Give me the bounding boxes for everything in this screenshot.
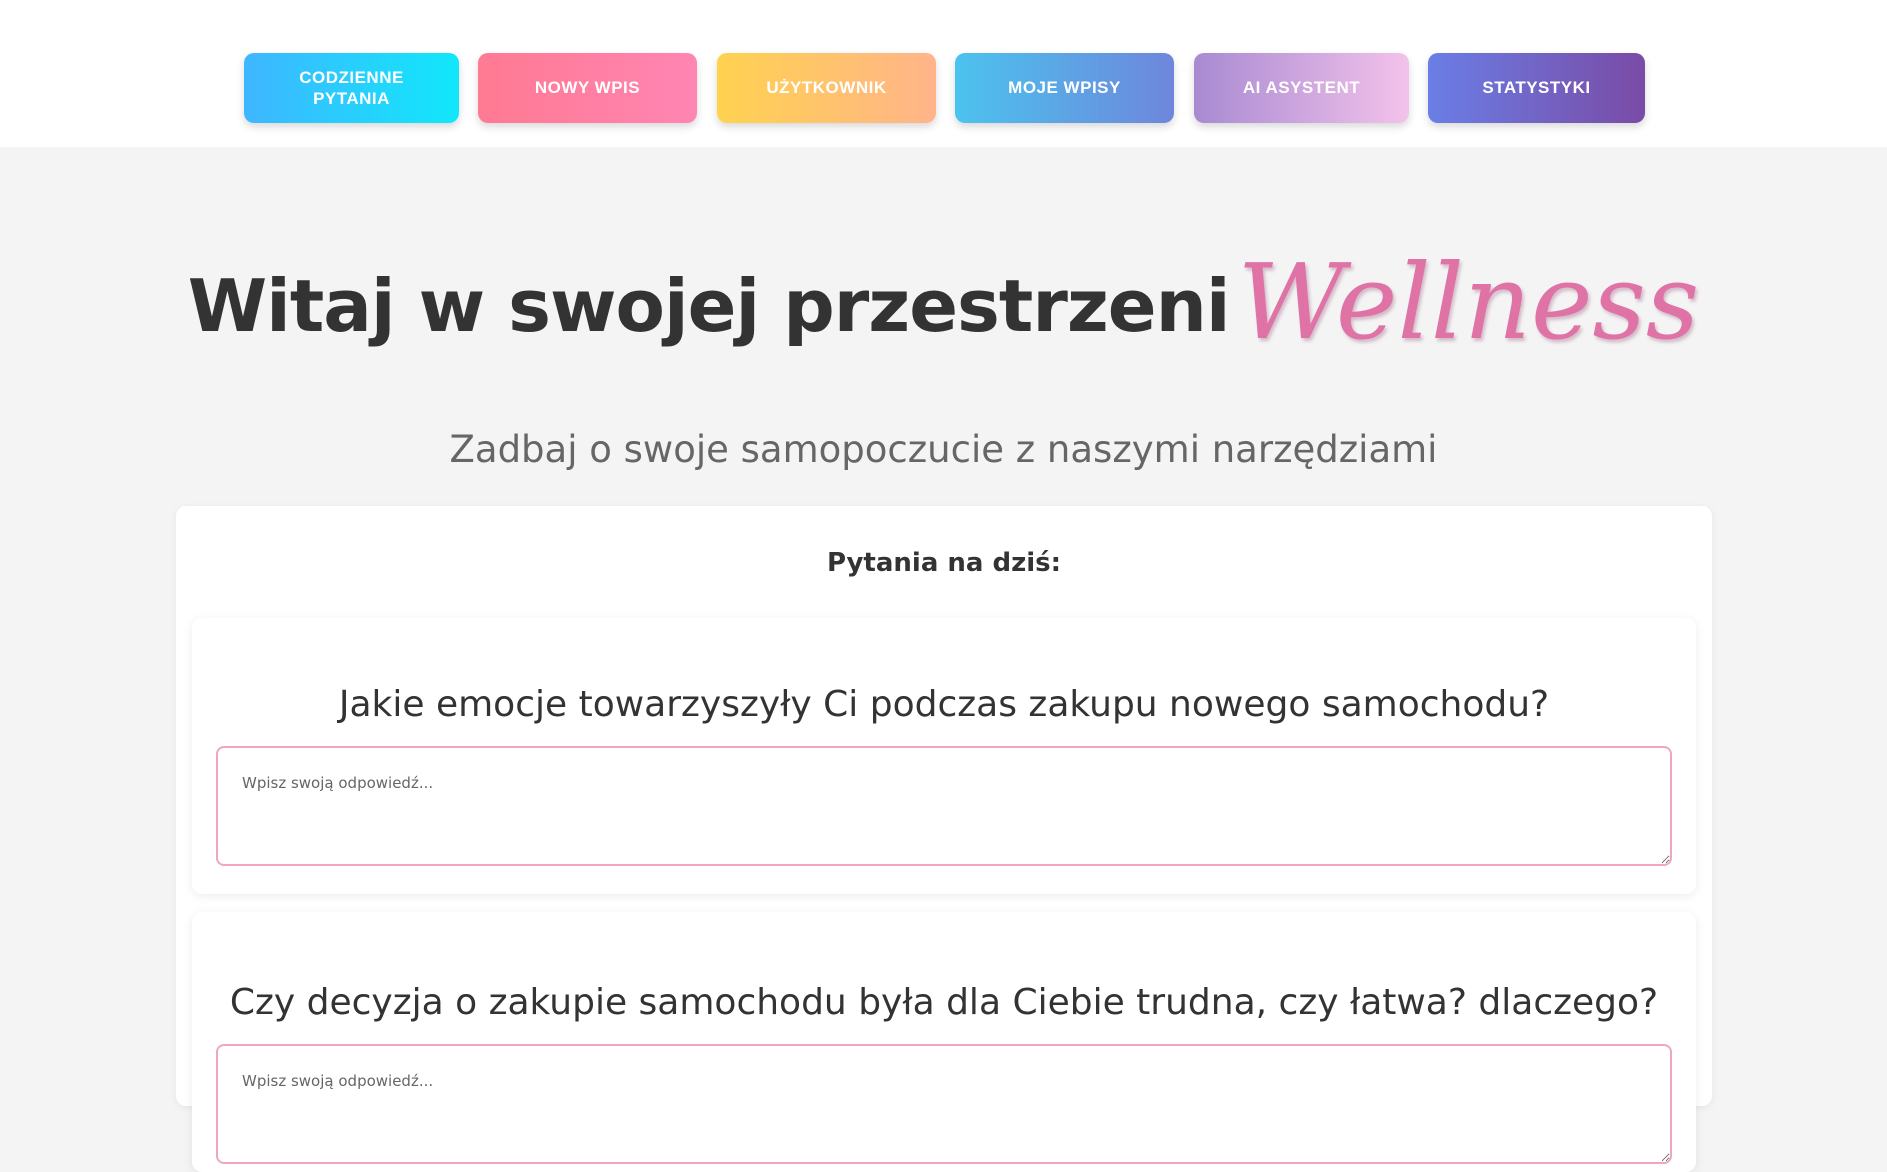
answer-textarea[interactable] [216, 1044, 1672, 1164]
nav-button-codzienne-pytania[interactable]: CODZIENNE PYTANIA [244, 53, 459, 123]
question-card: Jakie emocje towarzyszyły Ci podczas zak… [192, 618, 1696, 894]
nav-button-statystyki[interactable]: STATYSTYKI [1428, 53, 1645, 123]
nav-button-label: UŻYTKOWNIK [766, 78, 887, 98]
top-navigation-bar: CODZIENNE PYTANIA NOWY WPIS UŻYTKOWNIK M… [0, 0, 1887, 147]
hero-title-text: Witaj w swojej przestrzeni [187, 264, 1231, 348]
hero-subtitle: Zadbaj o swoje samopoczucie z naszymi na… [449, 428, 1438, 471]
nav-button-uzytkownik[interactable]: UŻYTKOWNIK [717, 53, 936, 123]
nav-button-nowy-wpis[interactable]: NOWY WPIS [478, 53, 697, 123]
nav-button-label: MOJE WPISY [1008, 78, 1121, 98]
nav-button-moje-wpisy[interactable]: MOJE WPISY [955, 53, 1174, 123]
question-text: Jakie emocje towarzyszyły Ci podczas zak… [338, 684, 1550, 725]
nav-button-label: AI ASYSTENT [1242, 78, 1361, 98]
hero-title: Witaj w swojej przestrzeni Wellness [0, 250, 1887, 354]
daily-questions-panel: Pytania na dziś: Jakie emocje towarzyszy… [176, 506, 1712, 1172]
nav-button-ai-asystent[interactable]: AI ASYSTENT [1194, 53, 1409, 123]
nav-button-label: CODZIENNE PYTANIA [299, 67, 404, 108]
panel-heading: Pytania na dziś: [826, 548, 1062, 578]
answer-textarea[interactable] [216, 746, 1672, 866]
hero-title-accent: Wellness [1237, 241, 1700, 363]
nav-button-label: NOWY WPIS [534, 78, 641, 98]
question-card: Czy decyzja o zakupie samochodu była dla… [192, 912, 1696, 1172]
question-text: Czy decyzja o zakupie samochodu była dla… [229, 982, 1659, 1023]
nav-button-label: STATYSTYKI [1482, 78, 1591, 98]
